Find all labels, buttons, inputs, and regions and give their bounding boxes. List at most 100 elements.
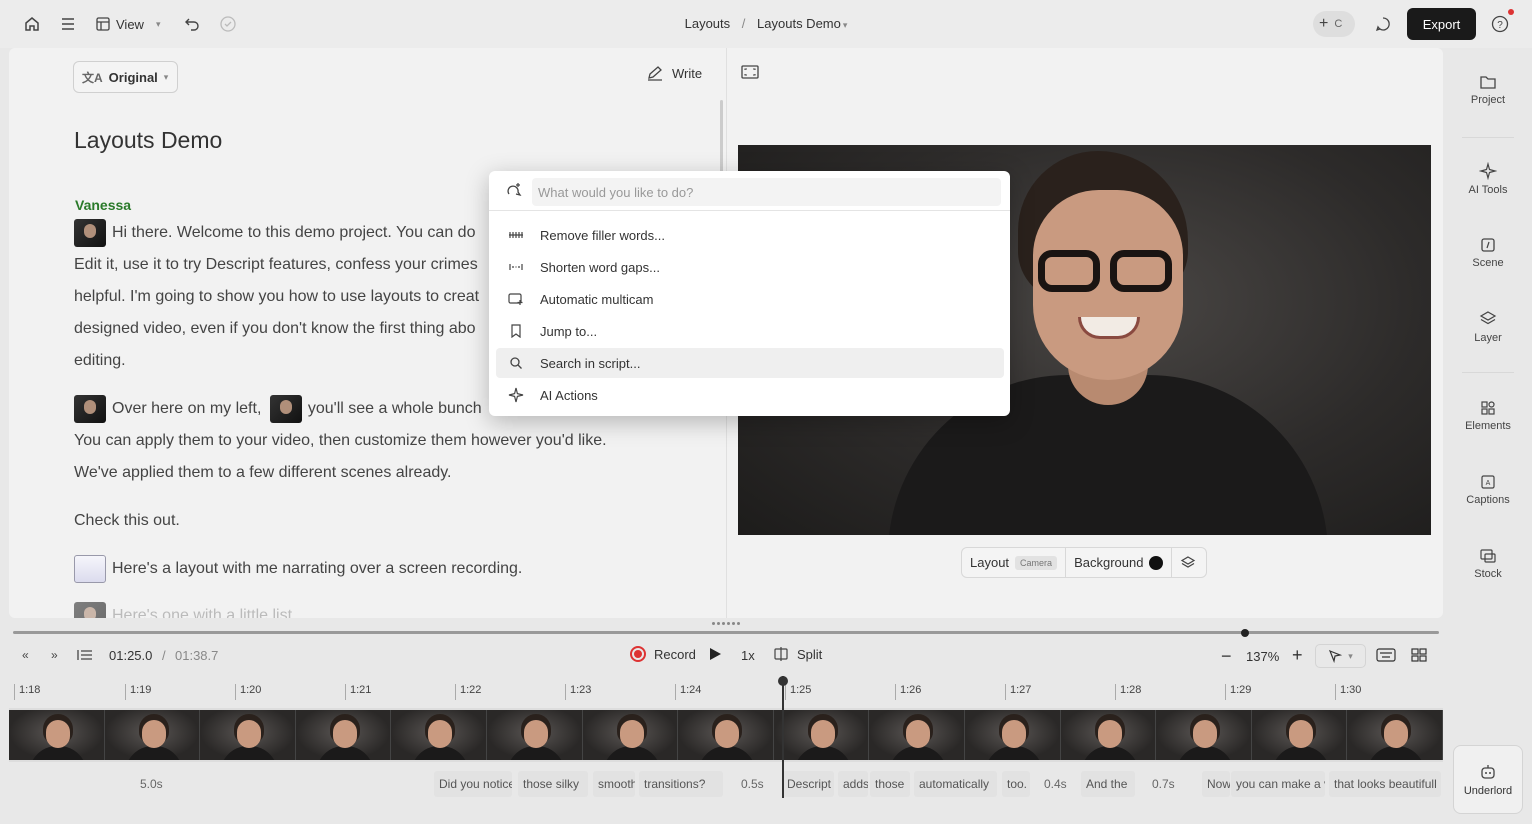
word-chip[interactable]: those: [870, 771, 910, 797]
ruler-tick: 1:25: [785, 684, 811, 700]
document-title[interactable]: Layouts Demo: [74, 127, 222, 154]
layout-selector[interactable]: Layout Camera: [962, 548, 1067, 577]
underlord-button[interactable]: Underlord: [1453, 745, 1523, 814]
palette-item-label: Shorten word gaps...: [540, 259, 660, 275]
zoom-in-button[interactable]: +: [1292, 645, 1303, 666]
language-selector[interactable]: 文A Original ▾: [73, 61, 178, 93]
palette-item-automatic-multicam[interactable]: Automatic multicam: [496, 284, 1004, 314]
script-paragraph-line[interactable]: helpful. I'm going to show you how to us…: [74, 288, 479, 306]
word-chip[interactable]: you can make a v: [1231, 771, 1325, 797]
word-chip[interactable]: adds: [838, 771, 868, 797]
speaker-label[interactable]: Vanessa: [75, 197, 131, 213]
word-chip[interactable]: automatically: [914, 771, 997, 797]
chevron-down-icon: ▾: [1348, 650, 1353, 661]
folder-icon: [1480, 76, 1496, 89]
playhead[interactable]: [778, 676, 788, 798]
fit-frame-icon[interactable]: [740, 64, 760, 80]
gap-duration[interactable]: 0.7s: [1152, 777, 1175, 791]
video-track[interactable]: [9, 708, 1443, 762]
export-button[interactable]: Export: [1407, 8, 1476, 40]
gap-duration[interactable]: 0.5s: [741, 777, 764, 791]
word-chip[interactable]: transitions?: [639, 771, 723, 797]
rail-item-ai-tools[interactable]: AI Tools: [1452, 162, 1524, 196]
scene-thumbnail[interactable]: [74, 219, 106, 247]
selection-tool-dropdown[interactable]: ▾: [1315, 644, 1366, 668]
script-paragraph-line[interactable]: You can apply them to your video, then c…: [74, 432, 607, 450]
script-paragraph-line[interactable]: Here's one with a little list: [74, 602, 292, 618]
zoom-level[interactable]: 137%: [1246, 649, 1279, 664]
multicam-icon: [507, 290, 525, 308]
gap-duration[interactable]: 0.4s: [1044, 777, 1067, 791]
grid-view-icon[interactable]: [1411, 648, 1427, 665]
rail-item-project[interactable]: Project: [1452, 74, 1524, 106]
script-paragraph-line[interactable]: We've applied them to a few different sc…: [74, 464, 452, 482]
chevron-down-icon[interactable]: ▾: [843, 20, 848, 30]
rail-item-stock[interactable]: Stock: [1452, 548, 1524, 580]
palette-item-label: AI Actions: [540, 387, 598, 403]
breadcrumb-parent[interactable]: Layouts: [685, 16, 731, 31]
word-chip[interactable]: Descript: [782, 771, 834, 797]
word-chip[interactable]: those silky: [518, 771, 588, 797]
script-paragraph-line[interactable]: Hi there. Welcome to this demo project. …: [74, 219, 475, 247]
rail-item-scene[interactable]: Scene: [1452, 237, 1524, 269]
zoom-out-button[interactable]: −: [1221, 646, 1232, 667]
ruler-tick: 1:28: [1115, 684, 1141, 700]
gap-duration[interactable]: 5.0s: [140, 777, 163, 791]
background-selector[interactable]: Background: [1066, 548, 1173, 577]
comment-icon[interactable]: [1371, 12, 1395, 36]
track-view-icon[interactable]: [1376, 648, 1396, 665]
word-chip[interactable]: And the: [1081, 771, 1135, 797]
rail-item-label: Elements: [1465, 420, 1511, 432]
scene-thumbnail[interactable]: [74, 395, 106, 423]
script-paragraph-line[interactable]: Check this out.: [74, 512, 180, 530]
palette-item-shorten-word-gaps[interactable]: Shorten word gaps...: [496, 252, 1004, 282]
script-paragraph-line[interactable]: editing.: [74, 352, 126, 370]
script-paragraph-line[interactable]: designed video, even if you don't know t…: [74, 320, 476, 338]
scene-thumbnail[interactable]: [74, 602, 106, 618]
script-paragraph-line[interactable]: Edit it, use it to try Descript features…: [74, 256, 478, 274]
word-chip[interactable]: that looks beautifull: [1329, 771, 1441, 797]
script-text: Check this out.: [74, 512, 180, 529]
script-paragraph-line[interactable]: Over here on my left, you'll see a whole…: [74, 395, 482, 423]
elements-icon: [1481, 401, 1495, 415]
word-gap-icon: [507, 258, 525, 276]
rail-item-layer[interactable]: Layer: [1452, 310, 1524, 344]
skip-forward-icon[interactable]: »: [51, 648, 58, 662]
word-chip[interactable]: smooth: [593, 771, 635, 797]
write-mode-button[interactable]: Write: [646, 62, 702, 84]
timeline-scrubber[interactable]: [13, 631, 1439, 634]
rail-item-elements[interactable]: Elements: [1452, 400, 1524, 432]
help-icon[interactable]: ?: [1488, 12, 1512, 36]
timeline-ruler[interactable]: 1:18 1:19 1:20 1:21 1:22 1:23 1:24 1:25 …: [9, 680, 1443, 704]
palette-item-ai-actions[interactable]: AI Actions: [496, 380, 1004, 410]
rail-item-captions[interactable]: A Captions: [1452, 474, 1524, 506]
word-chip[interactable]: Did you notice: [434, 771, 512, 797]
layers-button[interactable]: [1172, 548, 1204, 577]
search-icon: [507, 354, 525, 372]
playback-speed[interactable]: 1x: [741, 648, 755, 663]
command-search-input[interactable]: [532, 178, 1001, 206]
scene-thumbnail[interactable]: [74, 555, 106, 583]
palette-item-jump-to[interactable]: Jump to...: [496, 316, 1004, 346]
transcript-track[interactable]: 5.0s Did you notice those silky smooth t…: [9, 771, 1443, 797]
panel-resize-handle[interactable]: [712, 622, 740, 626]
breadcrumb-current[interactable]: Layouts Demo: [757, 16, 841, 31]
breadcrumb-separator: /: [741, 16, 746, 31]
skip-back-icon[interactable]: «: [22, 648, 29, 662]
scrubber-handle[interactable]: [1241, 629, 1250, 637]
chapters-icon[interactable]: [76, 648, 94, 665]
ruler-tick: 1:27: [1005, 684, 1031, 700]
word-chip[interactable]: Now: [1202, 771, 1230, 797]
play-icon[interactable]: [710, 648, 721, 660]
split-button[interactable]: Split: [773, 646, 822, 662]
sparkle-icon: [1479, 162, 1497, 180]
script-paragraph-line[interactable]: Here's a layout with me narrating over a…: [74, 555, 522, 583]
language-label: Original: [108, 69, 158, 85]
word-chip[interactable]: too.: [1002, 771, 1030, 797]
scene-thumbnail[interactable]: [269, 395, 302, 423]
palette-item-remove-filler-words[interactable]: Remove filler words...: [496, 220, 1004, 250]
robot-icon: [1481, 764, 1495, 779]
add-collaborator-button[interactable]: + C: [1313, 11, 1355, 37]
palette-item-search-in-script[interactable]: Search in script...: [496, 348, 1004, 378]
record-button[interactable]: Record: [630, 646, 696, 662]
